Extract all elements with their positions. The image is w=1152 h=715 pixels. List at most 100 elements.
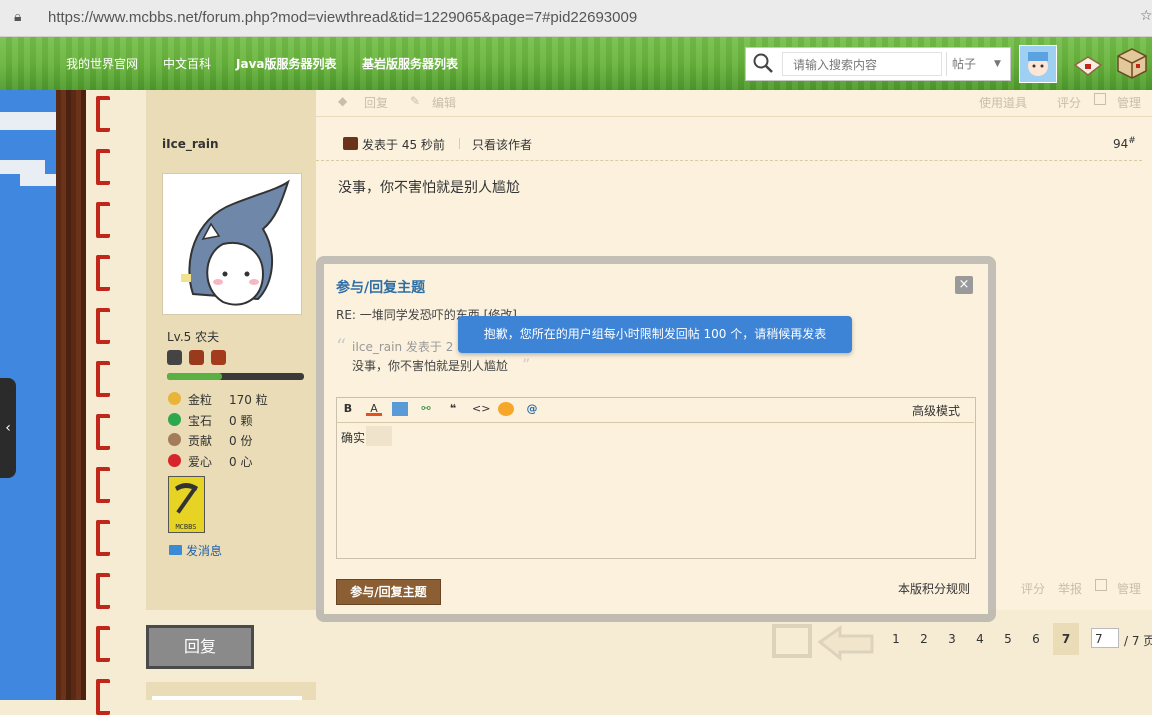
rules-link[interactable]: 本版积分规则 — [898, 580, 970, 597]
background-wood — [56, 90, 86, 700]
medal-icon — [211, 350, 226, 365]
reply-button[interactable]: 回复 — [146, 625, 254, 669]
image-icon[interactable] — [392, 402, 408, 416]
chain-decor — [96, 149, 110, 185]
nav-link-java-servers[interactable]: Java版服务器列表 — [236, 56, 336, 72]
prev-post-actions: ◆ 回复 ✎ 编辑 使用道具 评分 管理 — [316, 90, 1152, 117]
send-message-link[interactable]: 发消息 — [186, 542, 222, 559]
mail-icon[interactable] — [169, 545, 182, 555]
font-color-icon[interactable]: A — [366, 402, 382, 416]
lock-icon[interactable]: 🔒︎ — [14, 8, 30, 26]
code-icon[interactable]: <> — [472, 402, 490, 416]
only-author-link[interactable]: 只看该作者 — [472, 136, 532, 153]
gold-icon — [168, 392, 181, 405]
quote-text: 没事，你不害怕就是别人尴尬 — [352, 359, 509, 373]
prev-reply-link[interactable]: 回复 — [364, 94, 388, 111]
side-collapse-tab[interactable]: ‹ — [0, 378, 16, 478]
messages-icon[interactable] — [1073, 55, 1103, 77]
medal-icon — [167, 350, 182, 365]
advanced-mode-link[interactable]: 高级模式 — [912, 402, 960, 419]
post-content: 没事，你不害怕就是别人尴尬 — [338, 180, 520, 196]
search-icon[interactable] — [752, 52, 776, 76]
post-time: 发表于 45 秒前 — [362, 138, 445, 152]
chain-decor — [96, 467, 110, 503]
chain-decor — [96, 679, 110, 715]
checkbox-icon[interactable] — [1094, 93, 1106, 105]
chain-decor — [96, 361, 110, 397]
quote-icon[interactable]: ❝ — [445, 402, 461, 416]
mention-icon[interactable]: @ — [524, 402, 540, 416]
chain-decor — [96, 308, 110, 344]
stat-value: 0 份 — [229, 434, 253, 448]
user-avatar[interactable] — [1019, 45, 1057, 83]
chevron-left-icon: ‹ — [5, 420, 11, 436]
post-time-icon — [343, 137, 358, 150]
page-jump-input[interactable]: 7 — [1091, 628, 1119, 648]
decor-column — [86, 90, 146, 700]
level-progress-bar — [167, 373, 304, 380]
attachment-icon[interactable]: ⚯ — [418, 402, 434, 416]
pagination-arrows[interactable] — [772, 622, 878, 662]
chain-decor — [96, 414, 110, 450]
address-bar[interactable]: 🔒︎ https://www.mcbbs.net/forum.php?mod=v… — [0, 0, 1152, 37]
notifications-icon[interactable] — [1116, 47, 1148, 79]
report-link[interactable]: 举报 — [1058, 580, 1082, 597]
stat-label: 宝石 — [188, 414, 213, 428]
emoji-icon[interactable] — [498, 402, 514, 416]
prev-edit-link[interactable]: 编辑 — [432, 94, 456, 111]
page-4-link[interactable]: 4 — [971, 632, 989, 646]
submit-reply-button[interactable]: 参与/回复主题 — [336, 579, 441, 605]
edit-icon[interactable]: ✎ — [410, 94, 420, 108]
page-2-link[interactable]: 2 — [915, 632, 933, 646]
nav-link-wiki[interactable]: 中文百科 — [163, 56, 211, 72]
contribution-icon — [168, 433, 181, 446]
page-total: / 7 页 — [1124, 634, 1152, 648]
manage-link[interactable]: 管理 — [1117, 580, 1141, 597]
quote-open-icon: “ — [336, 334, 347, 358]
search-input[interactable]: 请输入搜索内容 — [782, 52, 942, 76]
page-6-link[interactable]: 6 — [1027, 632, 1045, 646]
heart-icon — [168, 454, 181, 467]
gem-icon — [168, 413, 181, 426]
stat-value: 0 颗 — [229, 414, 253, 428]
prev-tools-link[interactable]: 使用道具 — [979, 94, 1027, 111]
page-1-link[interactable]: 1 — [887, 632, 905, 646]
search-type-select[interactable]: 帖子 ▼ — [952, 52, 1006, 76]
nav-link-official[interactable]: 我的世界官网 — [66, 56, 138, 72]
quote-close-icon: ” — [522, 355, 531, 374]
chain-decor — [96, 573, 110, 609]
quote-author: iIce_rain 发表于 2 — [352, 340, 454, 354]
author-name[interactable]: iIce_rain — [162, 137, 219, 151]
stat-label: 贡献 — [188, 434, 213, 448]
medal-icon — [189, 350, 204, 365]
author-avatar[interactable] — [162, 173, 302, 315]
chain-decor — [96, 202, 110, 238]
page-3-link[interactable]: 3 — [943, 632, 961, 646]
rate-limit-tooltip: 抱歉，您所在的用户组每小时限制发回帖 100 个，请稍候再发表 — [458, 316, 852, 353]
chain-decor — [96, 626, 110, 662]
author-level: Lv.5 农夫 — [167, 330, 220, 344]
chain-decor — [96, 255, 110, 291]
editor-text[interactable]: 确实 — [341, 429, 365, 446]
prev-manage-link[interactable]: 管理 — [1117, 94, 1141, 111]
page-5-link[interactable]: 5 — [999, 632, 1017, 646]
dialog-title: 参与/回复主题 — [336, 280, 426, 296]
url-text[interactable]: https://www.mcbbs.net/forum.php?mod=view… — [48, 8, 637, 28]
chevron-down-icon: ▼ — [994, 59, 1001, 69]
checkbox-icon[interactable] — [1095, 579, 1107, 591]
stat-value: 0 心 — [229, 455, 253, 469]
floor-number[interactable]: 94# — [1113, 136, 1136, 151]
prev-rate-link[interactable]: 评分 — [1057, 94, 1081, 111]
pickaxe-badge-icon[interactable]: MCBBS — [168, 476, 205, 533]
page-current: 7 — [1053, 623, 1079, 655]
bold-icon[interactable]: B — [340, 402, 356, 416]
svg-text:MCBBS: MCBBS — [175, 523, 196, 531]
nav-link-bedrock-servers[interactable]: 基岩版服务器列表 — [362, 56, 458, 72]
stat-label: 爱心 — [188, 455, 213, 469]
favorite-star-icon[interactable]: ☆ — [1140, 8, 1152, 24]
stat-label: 金粒 — [188, 393, 213, 407]
reply-icon[interactable]: ◆ — [338, 94, 347, 108]
rate-link[interactable]: 评分 — [1021, 580, 1045, 597]
close-icon[interactable]: × — [955, 276, 973, 294]
stat-value: 170 粒 — [229, 393, 268, 407]
